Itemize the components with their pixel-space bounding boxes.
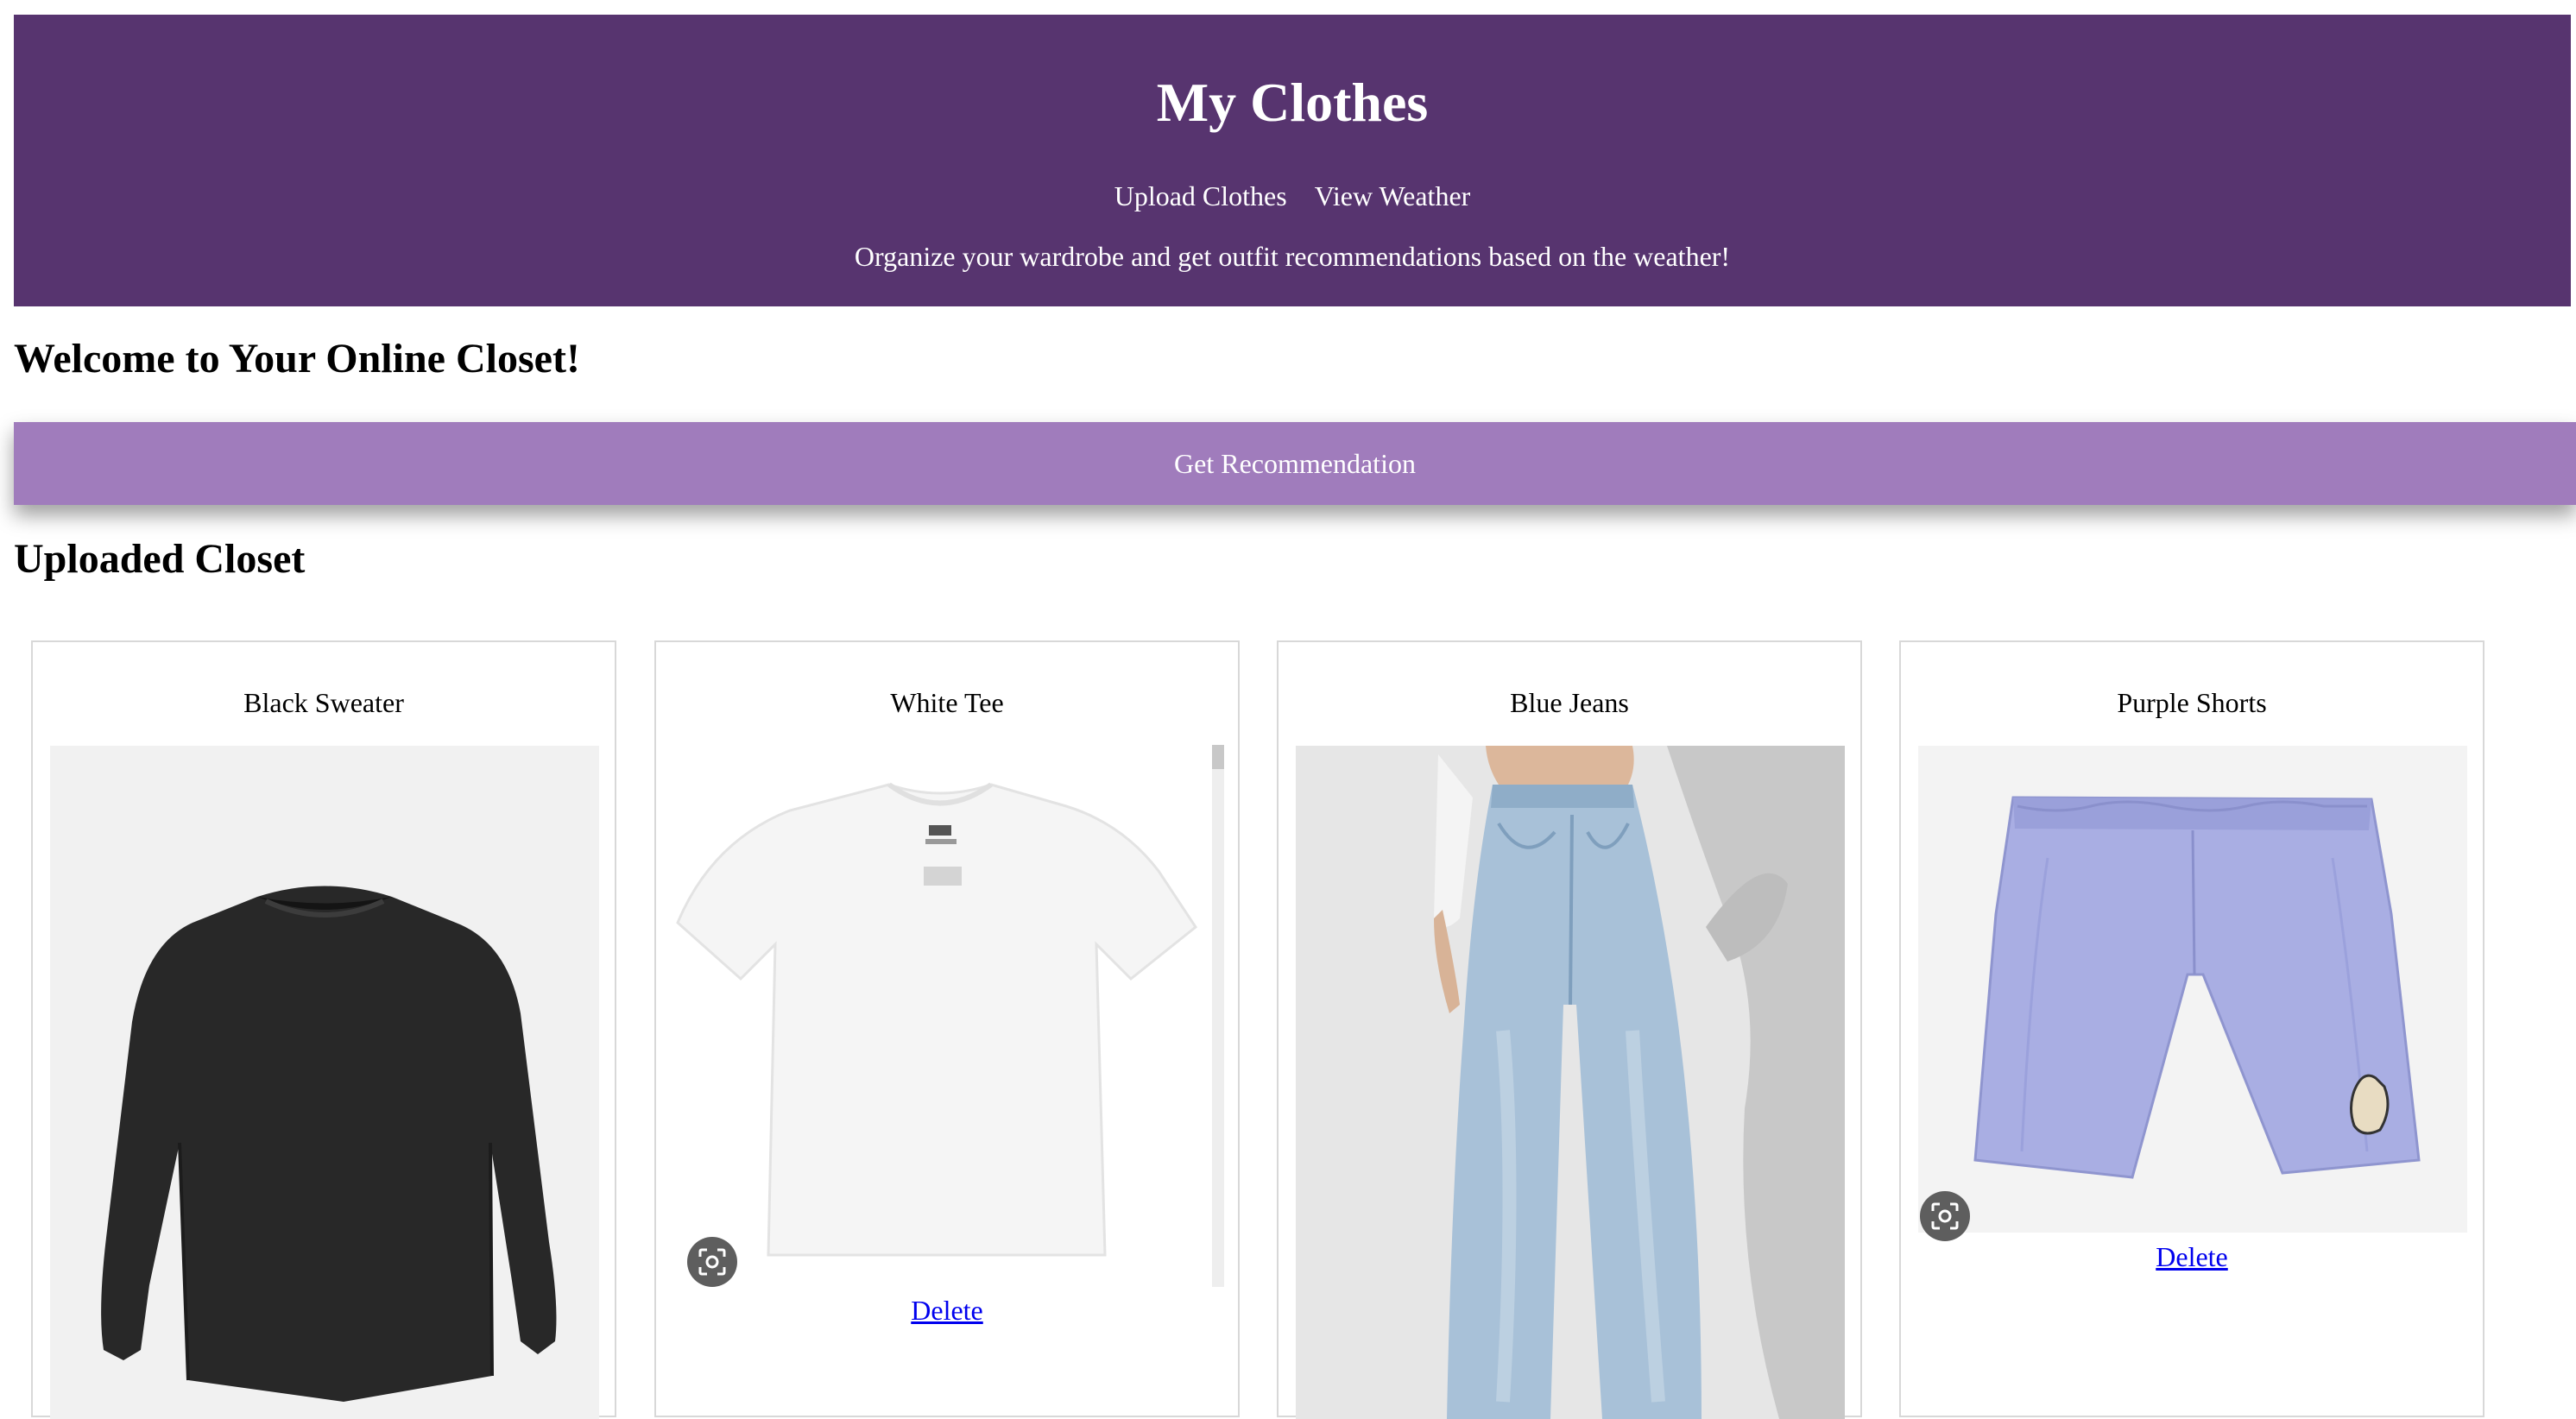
closet-item-image[interactable] [1296, 746, 1845, 1419]
site-header: My Clothes Upload Clothes View Weather O… [14, 15, 2571, 306]
closet-item-image[interactable] [673, 746, 1207, 1286]
site-tagline: Organize your wardrobe and get outfit re… [854, 241, 1731, 272]
lens-search-icon[interactable] [1920, 1191, 1970, 1241]
nav-upload-clothes[interactable]: Upload Clothes [1114, 180, 1287, 211]
welcome-heading: Welcome to Your Online Closet! [14, 336, 580, 382]
closet-item-name: White Tee [890, 687, 1004, 718]
closet-item-card: Black Sweater [31, 640, 616, 1419]
top-strip [0, 0, 2576, 14]
site-title: My Clothes [1156, 72, 1429, 133]
closet-item-card: Purple Shorts Delete [1899, 640, 2484, 1417]
nav-view-weather[interactable]: View Weather [1315, 180, 1471, 211]
get-recommendation-button[interactable]: Get Recommendation [14, 422, 2576, 505]
scrollbar-thumb[interactable] [1212, 745, 1224, 769]
closet-item-name: Purple Shorts [2117, 687, 2267, 718]
closet-item-name: Blue Jeans [1510, 687, 1629, 718]
closet-item-image[interactable] [50, 746, 599, 1419]
delete-button[interactable]: Delete [656, 1296, 1238, 1324]
closet-item-image[interactable] [1918, 746, 2467, 1233]
lens-search-icon[interactable] [687, 1237, 737, 1287]
delete-button[interactable]: Delete [1901, 1243, 2483, 1271]
uploaded-closet-heading: Uploaded Closet [14, 536, 306, 582]
closet-item-name: Black Sweater [243, 687, 404, 718]
main-nav: Upload Clothes View Weather [14, 182, 2571, 210]
closet-item-card: Blue Jeans [1277, 640, 1862, 1419]
closet-item-card: White Tee Delete [654, 640, 1240, 1417]
image-scrollbar[interactable] [1212, 745, 1224, 1287]
